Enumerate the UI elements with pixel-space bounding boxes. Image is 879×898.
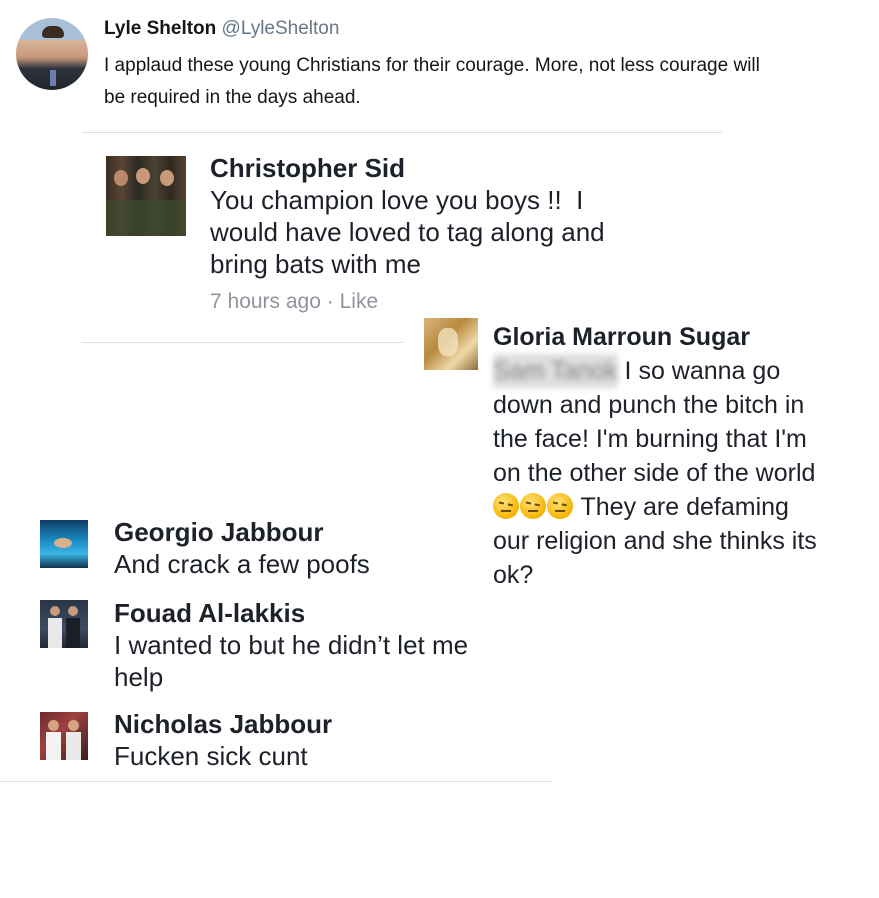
tweet-author-name[interactable]: Lyle Shelton: [104, 18, 216, 39]
comment-text-line: our religion and she thinks its: [493, 527, 817, 555]
comment-text-line: would have loved to tag along and: [210, 217, 605, 247]
tweet-text: I applaud these young Christians for the…: [104, 50, 760, 114]
commenter-name[interactable]: Nicholas Jabbour: [114, 708, 332, 740]
comment-text-line: And crack a few poofs: [114, 549, 370, 579]
comment-text-line: the face! I'm burning that I'm: [493, 425, 807, 453]
lyle-shelton-avatar[interactable]: [16, 18, 88, 90]
comment-timestamp[interactable]: 7 hours ago: [210, 290, 321, 313]
georgio-jabbour-avatar[interactable]: [40, 520, 88, 568]
comment-text-line: ok?: [493, 561, 534, 589]
tweet-header: Lyle Shelton @LyleShelton: [104, 18, 339, 40]
comment-fouad: Fouad Al-lakkis I wanted to but he didn’…: [114, 597, 468, 693]
meta-separator: ·: [326, 290, 334, 313]
comment-text-line: They are defaming: [493, 490, 817, 524]
comment-meta: 7 hours ago · Like: [210, 286, 605, 318]
comment-text-line: I wanted to but he didn’t let me: [114, 630, 469, 660]
divider: [82, 132, 722, 133]
tweet-text-line: be required in the days ahead.: [104, 87, 361, 108]
comment-text-line: on the other side of the world: [493, 459, 816, 487]
comment-text-fragment: They are defaming: [574, 493, 789, 521]
comment-nicholas: Nicholas Jabbour Fucken sick cunt: [114, 708, 332, 772]
christopher-sid-avatar[interactable]: [106, 156, 186, 236]
commenter-name[interactable]: Christopher Sid: [210, 152, 605, 184]
comment-text-line: Sam Tanok I so wanna go: [493, 354, 817, 388]
fouad-al-lakkis-avatar[interactable]: [40, 600, 88, 648]
divider: [82, 342, 404, 343]
comment-gloria: Gloria Marroun Sugar Sam Tanok I so wann…: [493, 320, 817, 592]
comment-sid: Christopher Sid You champion love you bo…: [210, 152, 605, 318]
comment-text-line: Fucken sick cunt: [114, 741, 308, 771]
angry-face-emoji-icon: [547, 493, 573, 519]
commenter-name[interactable]: Gloria Marroun Sugar: [493, 320, 817, 354]
nicholas-jabbour-avatar[interactable]: [40, 712, 88, 760]
comment-georgio: Georgio Jabbour And crack a few poofs: [114, 516, 370, 580]
comment-text-line: down and punch the bitch in: [493, 391, 805, 419]
comment-text-line: help: [114, 662, 164, 692]
comment-text-line: You champion love you boys !! I: [210, 185, 584, 215]
divider: [0, 781, 552, 782]
redacted-name-tag: Sam Tanok: [493, 354, 618, 388]
angry-face-emoji-icon: [493, 493, 519, 519]
comment-text-line: bring bats with me: [210, 249, 421, 279]
commenter-name[interactable]: Georgio Jabbour: [114, 516, 370, 548]
comment-text-fragment: I so wanna go: [617, 357, 781, 385]
gloria-marroun-sugar-avatar[interactable]: [424, 318, 478, 370]
tweet-text-line: I applaud these young Christians for the…: [104, 55, 760, 76]
commenter-name[interactable]: Fouad Al-lakkis: [114, 597, 468, 629]
like-link[interactable]: Like: [340, 290, 379, 313]
tweet-author-handle[interactable]: @LyleShelton: [222, 18, 340, 39]
angry-face-emoji-icon: [520, 493, 546, 519]
